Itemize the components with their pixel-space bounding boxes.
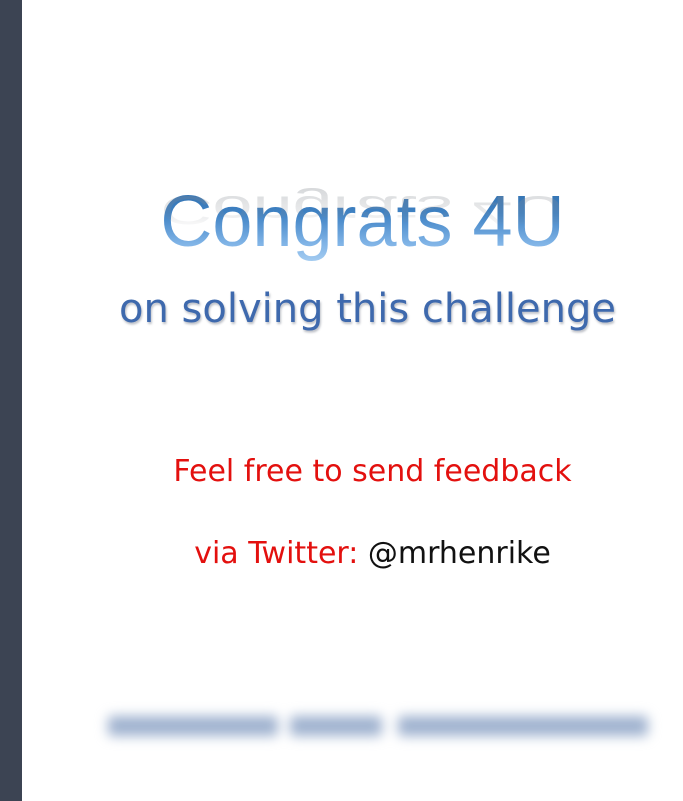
slide-page: Congrats 4U Congrats 4U on solving this … — [0, 0, 683, 801]
twitter-label: via Twitter: — [194, 536, 368, 571]
twitter-handle-link[interactable]: @mrhenrike — [368, 536, 551, 571]
slide-subtitle: on solving this challenge — [119, 286, 616, 332]
blurred-segment — [290, 716, 382, 736]
blurred-segment — [398, 716, 648, 736]
left-sidebar-strip — [0, 0, 22, 801]
feedback-text: Feel free to send feedback — [173, 454, 572, 489]
blurred-segment — [108, 716, 278, 736]
blurred-footer-text — [108, 704, 648, 746]
title-block: Congrats 4U Congrats 4U — [22, 180, 683, 280]
slide-title: Congrats 4U — [22, 180, 683, 264]
twitter-line: via Twitter: @mrhenrike — [22, 534, 683, 574]
